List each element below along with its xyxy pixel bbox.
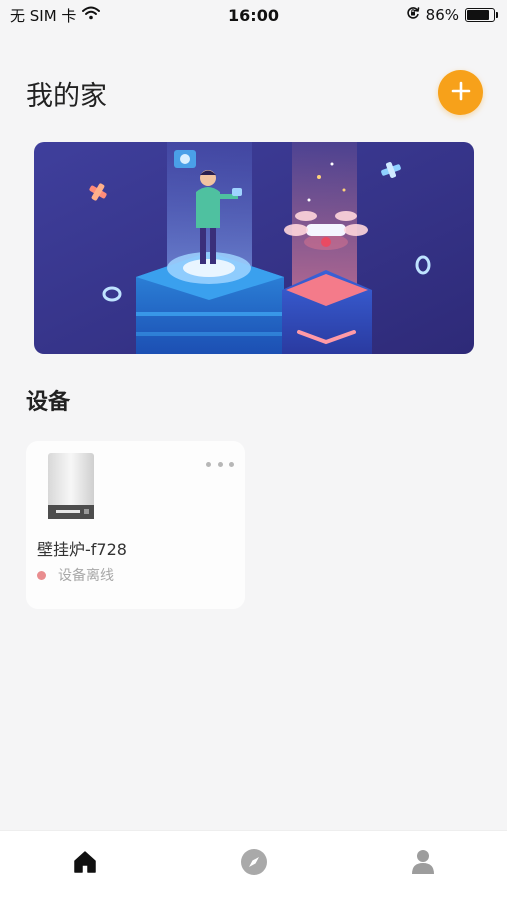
device-status: 设备离线 [37, 565, 114, 585]
wifi-icon [82, 6, 101, 24]
add-button[interactable] [438, 70, 483, 115]
status-dot [37, 570, 46, 580]
status-bar-left: 无 SIM 卡 [10, 5, 101, 26]
battery-level-fill [467, 10, 490, 20]
orientation-lock-icon [406, 6, 420, 24]
plus-icon [451, 81, 471, 104]
tab-home[interactable] [55, 839, 115, 889]
device-card[interactable]: 壁挂炉-f728 设备离线 [26, 441, 245, 609]
status-bar-right: 86% [406, 6, 498, 24]
smart-home-illustration [34, 142, 474, 354]
tab-bar [0, 830, 507, 900]
user-icon [411, 849, 435, 879]
home-icon [72, 849, 98, 879]
devices-section-title: 设备 [26, 390, 71, 415]
battery-icon [465, 8, 498, 22]
carrier-label: 无 SIM 卡 [10, 6, 77, 25]
compass-icon [240, 848, 268, 880]
tab-discover[interactable] [224, 839, 284, 889]
battery-percent: 86% [425, 6, 459, 24]
status-text: 设备离线 [58, 568, 114, 584]
more-dots-icon[interactable] [206, 457, 234, 471]
device-name: 壁挂炉-f728 [37, 540, 127, 559]
status-bar: 无 SIM 卡 16:00 86% [0, 0, 507, 30]
home-banner[interactable] [34, 142, 474, 354]
tab-profile[interactable] [393, 839, 453, 889]
page-title: 我的家 [26, 81, 107, 112]
wall-boiler-icon [46, 451, 96, 525]
